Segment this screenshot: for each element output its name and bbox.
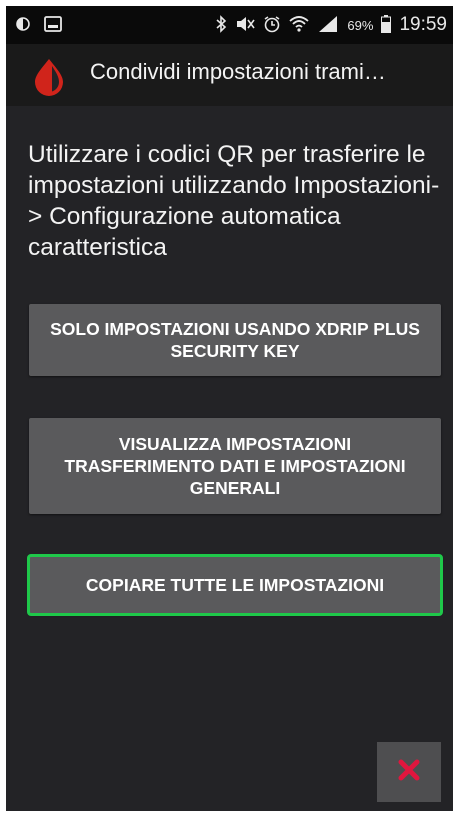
data-transfer-settings-button[interactable]: VISUALIZZA IMPOSTAZIONI TRASFERIMENTO DA… xyxy=(29,418,441,514)
battery-icon xyxy=(381,14,392,36)
phone-screen: 69% 19:59 Condividi impostazioni trami… … xyxy=(6,6,453,811)
signal-icon xyxy=(317,15,339,36)
close-icon xyxy=(397,758,421,787)
alarm-icon xyxy=(16,17,30,36)
droplet-icon xyxy=(32,58,66,96)
clock-alarm-icon xyxy=(263,15,281,36)
wifi-icon xyxy=(289,15,310,36)
status-bar: 69% 19:59 xyxy=(6,6,453,44)
bluetooth-icon xyxy=(215,14,227,36)
image-icon xyxy=(44,16,62,37)
clock-time: 19:59 xyxy=(399,14,447,35)
close-button[interactable] xyxy=(377,742,441,802)
mute-icon xyxy=(235,16,256,35)
battery-percent: 69% xyxy=(347,17,374,33)
instruction-text: Utilizzare i codici QR per trasferire le… xyxy=(28,141,440,261)
security-key-settings-button[interactable]: SOLO IMPOSTAZIONI USANDO XDRIP PLUS SECU… xyxy=(29,304,441,376)
copy-all-settings-button[interactable]: COPIARE TUTTE LE IMPOSTAZIONI xyxy=(27,554,443,616)
app-bar: Condividi impostazioni trami… xyxy=(6,44,453,106)
app-title: Condividi impostazioni trami… xyxy=(90,59,386,84)
